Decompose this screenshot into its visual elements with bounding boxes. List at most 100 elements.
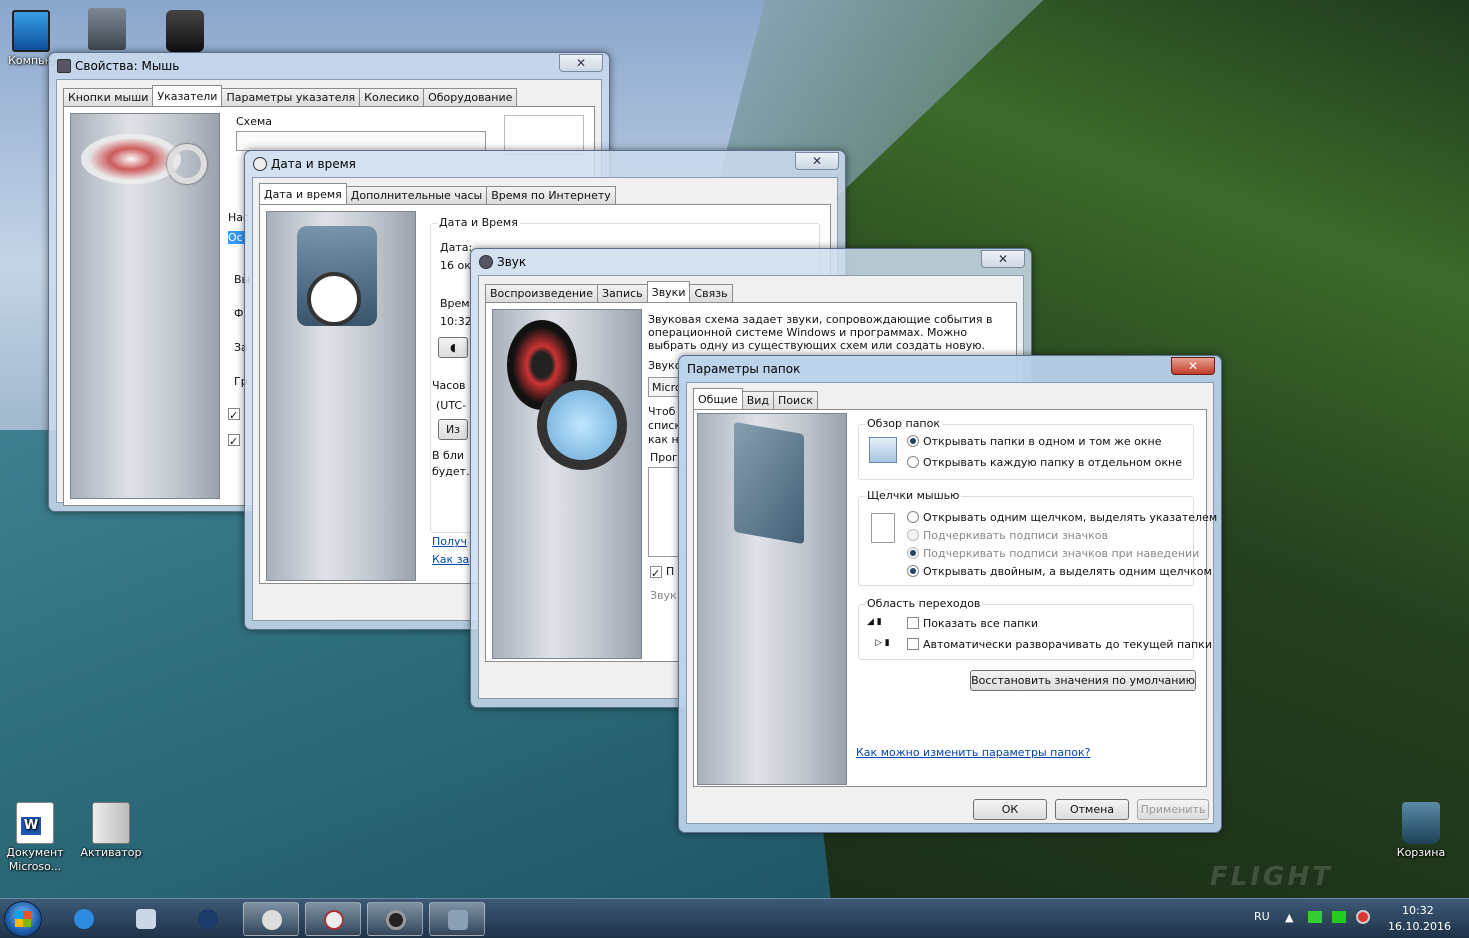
apply-button: Применить xyxy=(1137,799,1209,820)
radio-label: Открывать двойным, а выделять одним щелч… xyxy=(923,565,1212,578)
change-timezone-button[interactable]: Из xyxy=(438,419,468,440)
title-bar[interactable]: Параметры папок ✕ xyxy=(679,356,1221,382)
mouse-icon xyxy=(57,59,71,73)
checkbox-label: Автоматически разворачивать до текущей п… xyxy=(923,638,1212,651)
tab-pointers[interactable]: Указатели xyxy=(152,85,223,106)
mouse-cursor-icon xyxy=(81,134,181,184)
network-icon[interactable] xyxy=(1308,911,1322,923)
window-title: Параметры папок xyxy=(687,362,801,376)
link-fragment[interactable]: Как за xyxy=(432,553,469,566)
radio-double-click[interactable]: Открывать двойным, а выделять одним щелч… xyxy=(907,565,1212,578)
taskbar-sound[interactable] xyxy=(367,902,423,936)
window-body: Общие Вид Поиск Обзор папок Открывать па… xyxy=(686,382,1217,824)
checkbox-box[interactable]: ✓ xyxy=(228,434,240,448)
mouse-icon xyxy=(262,910,282,930)
taskbar-date-time[interactable] xyxy=(305,902,361,936)
text-fragment: как н xyxy=(648,433,679,446)
checkbox-box[interactable] xyxy=(907,638,919,650)
group-label: Щелчки мышью xyxy=(865,489,962,502)
word-document-icon: W xyxy=(16,802,54,844)
taskbar-ie[interactable] xyxy=(56,902,112,936)
activator-icon xyxy=(92,802,130,844)
navigation-pane-group: Область переходов ◢ ▮ ▷ ▮ Показать все п… xyxy=(858,597,1212,660)
show-hidden-icons[interactable]: ▲ xyxy=(1285,911,1293,924)
tab-mouse-buttons[interactable]: Кнопки мыши xyxy=(63,88,154,106)
volume-icon[interactable] xyxy=(1356,910,1370,924)
close-button[interactable]: ✕ xyxy=(795,152,839,170)
taskbar-mouse-properties[interactable] xyxy=(243,902,299,936)
checkbox-show-all-folders[interactable]: Показать все папки xyxy=(907,617,1038,630)
radio-button[interactable] xyxy=(907,456,919,468)
group-label: Дата и Время xyxy=(437,216,520,229)
action-center-icon[interactable] xyxy=(1332,911,1346,923)
checkbox-box[interactable]: ✓ xyxy=(228,408,240,422)
tab-date-time[interactable]: Дата и время xyxy=(259,183,347,204)
scheme-select[interactable] xyxy=(236,131,486,151)
scheme-label: Схема xyxy=(236,115,272,128)
tab-general[interactable]: Общие xyxy=(693,388,743,409)
checkbox[interactable]: ✓ xyxy=(228,433,244,448)
radio-new-window[interactable]: Открывать каждую папку в отдельном окне xyxy=(907,456,1182,469)
taskbar-media-player[interactable] xyxy=(180,902,236,936)
desktop-icon-word-document[interactable]: W Документ Microso... xyxy=(0,802,70,874)
tab-view[interactable]: Вид xyxy=(741,391,775,409)
taskbar-folder-options[interactable] xyxy=(429,902,485,936)
close-button[interactable]: ✕ xyxy=(1171,357,1215,375)
checkbox-box[interactable] xyxy=(907,617,919,629)
tab-strip: Общие Вид Поиск xyxy=(693,388,818,409)
monitor-icon xyxy=(12,10,50,52)
sound-description: Звуковая схема задает звуки, сопровождаю… xyxy=(648,313,993,352)
language-indicator[interactable]: RU xyxy=(1254,910,1270,923)
mouse-side-art xyxy=(70,113,220,499)
checkbox[interactable]: ✓ xyxy=(228,407,244,422)
checkbox-label: Показать все папки xyxy=(923,617,1039,630)
tab-sounds[interactable]: Звуки xyxy=(646,281,691,302)
close-button[interactable]: ✕ xyxy=(559,54,603,72)
desktop-icon-recycle-bin[interactable]: Корзина xyxy=(1386,802,1456,860)
radio-button[interactable] xyxy=(907,511,919,523)
desktop-icon-activator[interactable]: Активатор xyxy=(76,802,146,860)
tab-playback[interactable]: Воспроизведение xyxy=(485,284,598,302)
tab-additional-clocks[interactable]: Дополнительные часы xyxy=(345,186,488,204)
desktop-icon-keyboard[interactable] xyxy=(150,10,220,54)
checkbox[interactable]: ✓ П xyxy=(650,565,674,580)
tab-pointer-options[interactable]: Параметры указателя xyxy=(221,88,361,106)
cancel-button[interactable]: Отмена xyxy=(1055,799,1129,820)
title-bar[interactable]: Дата и время ✕ xyxy=(245,151,845,177)
help-link[interactable]: Как можно изменить параметры папок? xyxy=(856,746,1090,759)
title-bar[interactable]: Свойства: Мышь ✕ xyxy=(49,53,609,79)
list-fragment: Ф xyxy=(234,307,244,320)
taskbar-explorer[interactable] xyxy=(118,902,174,936)
desktop-icon-user[interactable] xyxy=(72,8,142,52)
folder-options-window[interactable]: Параметры папок ✕ Общие Вид Поиск Обзор … xyxy=(678,355,1222,833)
radio-same-window[interactable]: Открывать папки в одном и том же окне xyxy=(907,435,1162,448)
clock-icon xyxy=(253,157,267,171)
title-bar[interactable]: Звук ✕ xyxy=(471,249,1031,275)
ok-button[interactable]: ОК xyxy=(973,799,1047,820)
radio-label: Подчеркивать подписи значков при наведен… xyxy=(923,547,1200,560)
checkbox-auto-expand[interactable]: Автоматически разворачивать до текущей п… xyxy=(907,638,1212,651)
clock-date[interactable]: 16.10.2016 xyxy=(1388,920,1451,933)
glass-folder-icon xyxy=(734,421,804,545)
radio-label: Открывать одним щелчком, выделять указат… xyxy=(923,511,1218,524)
text-fragment: Часов xyxy=(432,379,466,392)
clock-time[interactable]: 10:32 xyxy=(1402,904,1434,917)
tab-hardware[interactable]: Оборудование xyxy=(423,88,518,106)
checkbox-box[interactable]: ✓ xyxy=(650,566,662,580)
link-fragment[interactable]: Получ xyxy=(432,535,467,548)
tab-recording[interactable]: Запись xyxy=(596,284,648,302)
tab-communications[interactable]: Связь xyxy=(689,284,733,302)
start-button[interactable] xyxy=(4,901,42,937)
tab-search[interactable]: Поиск xyxy=(773,391,818,409)
tab-internet-time[interactable]: Время по Интернету xyxy=(486,186,616,204)
radio-button[interactable] xyxy=(907,435,919,447)
text-fragment: 10:32 xyxy=(440,315,472,328)
headphones-icon xyxy=(537,380,627,470)
radio-button[interactable] xyxy=(907,565,919,577)
restore-defaults-button[interactable]: Восстановить значения по умолчанию xyxy=(970,670,1196,691)
radio-single-click[interactable]: Открывать одним щелчком, выделять указат… xyxy=(907,511,1217,524)
radio-button xyxy=(907,529,919,541)
close-button[interactable]: ✕ xyxy=(981,250,1025,268)
tab-wheel[interactable]: Колесико xyxy=(359,88,425,106)
change-time-button[interactable]: ◖ xyxy=(438,337,468,358)
